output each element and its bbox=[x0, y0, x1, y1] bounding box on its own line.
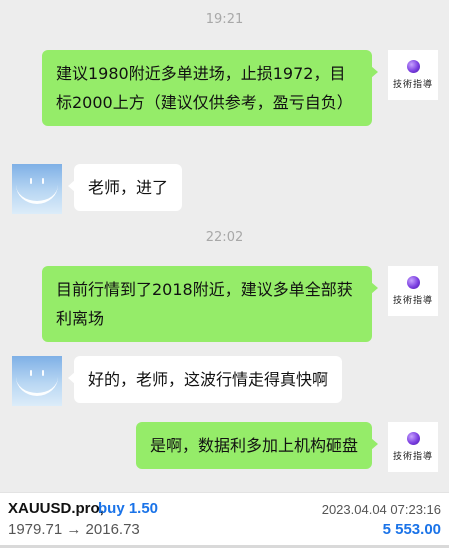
message-text: 是啊，数据利多加上机构砸盘 bbox=[149, 436, 358, 455]
user-avatar[interactable] bbox=[12, 164, 62, 214]
message-bubble-outgoing[interactable]: 建议1980附近多单进场，止损1972，目标2000上方（建议仅供参考，盈亏自负… bbox=[42, 50, 378, 126]
message-bubble-outgoing[interactable]: 是啊，数据利多加上机构砸盘 bbox=[135, 422, 379, 469]
teacher-avatar[interactable]: 技術指導 bbox=[388, 266, 438, 316]
teacher-avatar[interactable]: 技術指導 bbox=[388, 422, 438, 472]
orb-logo-icon bbox=[406, 60, 420, 73]
smile-icon bbox=[16, 166, 58, 204]
avatar-brand-text: 技術指導 bbox=[392, 80, 433, 90]
orb-logo-icon bbox=[406, 276, 420, 289]
avatar-brand-text: 技術指導 bbox=[392, 296, 433, 306]
avatar-brand-text: 技術指導 bbox=[392, 452, 433, 462]
timestamp: 19:21 bbox=[205, 12, 244, 27]
timestamp: 22:02 bbox=[205, 230, 244, 245]
message-text: 老师，进了 bbox=[88, 178, 169, 197]
message-text: 建议1980附近多单进场，止损1972，目标2000上方（建议仅供参考，盈亏自负… bbox=[56, 64, 353, 112]
message-text: 目前行情到了2018附近，建议多单全部获利离场 bbox=[56, 280, 353, 328]
message-bubble-incoming[interactable]: 老师，进了 bbox=[67, 164, 183, 211]
trade-symbol: XAUUSD.pro, bbox=[8, 500, 104, 517]
message-text: 好的，老师，这波行情走得真快啊 bbox=[88, 370, 329, 389]
smile-icon bbox=[16, 358, 58, 396]
trade-prices: 1979.71 → 2016.73 bbox=[8, 521, 140, 538]
user-avatar[interactable] bbox=[12, 356, 62, 406]
trade-result-card[interactable]: XAUUSD.pro, buy 1.50 2023.04.04 07:23:16… bbox=[0, 492, 449, 548]
trade-profit: 5 553.00 bbox=[382, 521, 441, 538]
message-bubble-outgoing[interactable]: 目前行情到了2018附近，建议多单全部获利离场 bbox=[42, 266, 378, 342]
teacher-avatar[interactable]: 技術指導 bbox=[388, 50, 438, 100]
message-bubble-incoming[interactable]: 好的，老师，这波行情走得真快啊 bbox=[67, 356, 343, 403]
trade-side: buy 1.50 bbox=[98, 500, 159, 517]
orb-logo-icon bbox=[406, 432, 420, 445]
trade-datetime: 2023.04.04 07:23:16 bbox=[321, 502, 441, 517]
